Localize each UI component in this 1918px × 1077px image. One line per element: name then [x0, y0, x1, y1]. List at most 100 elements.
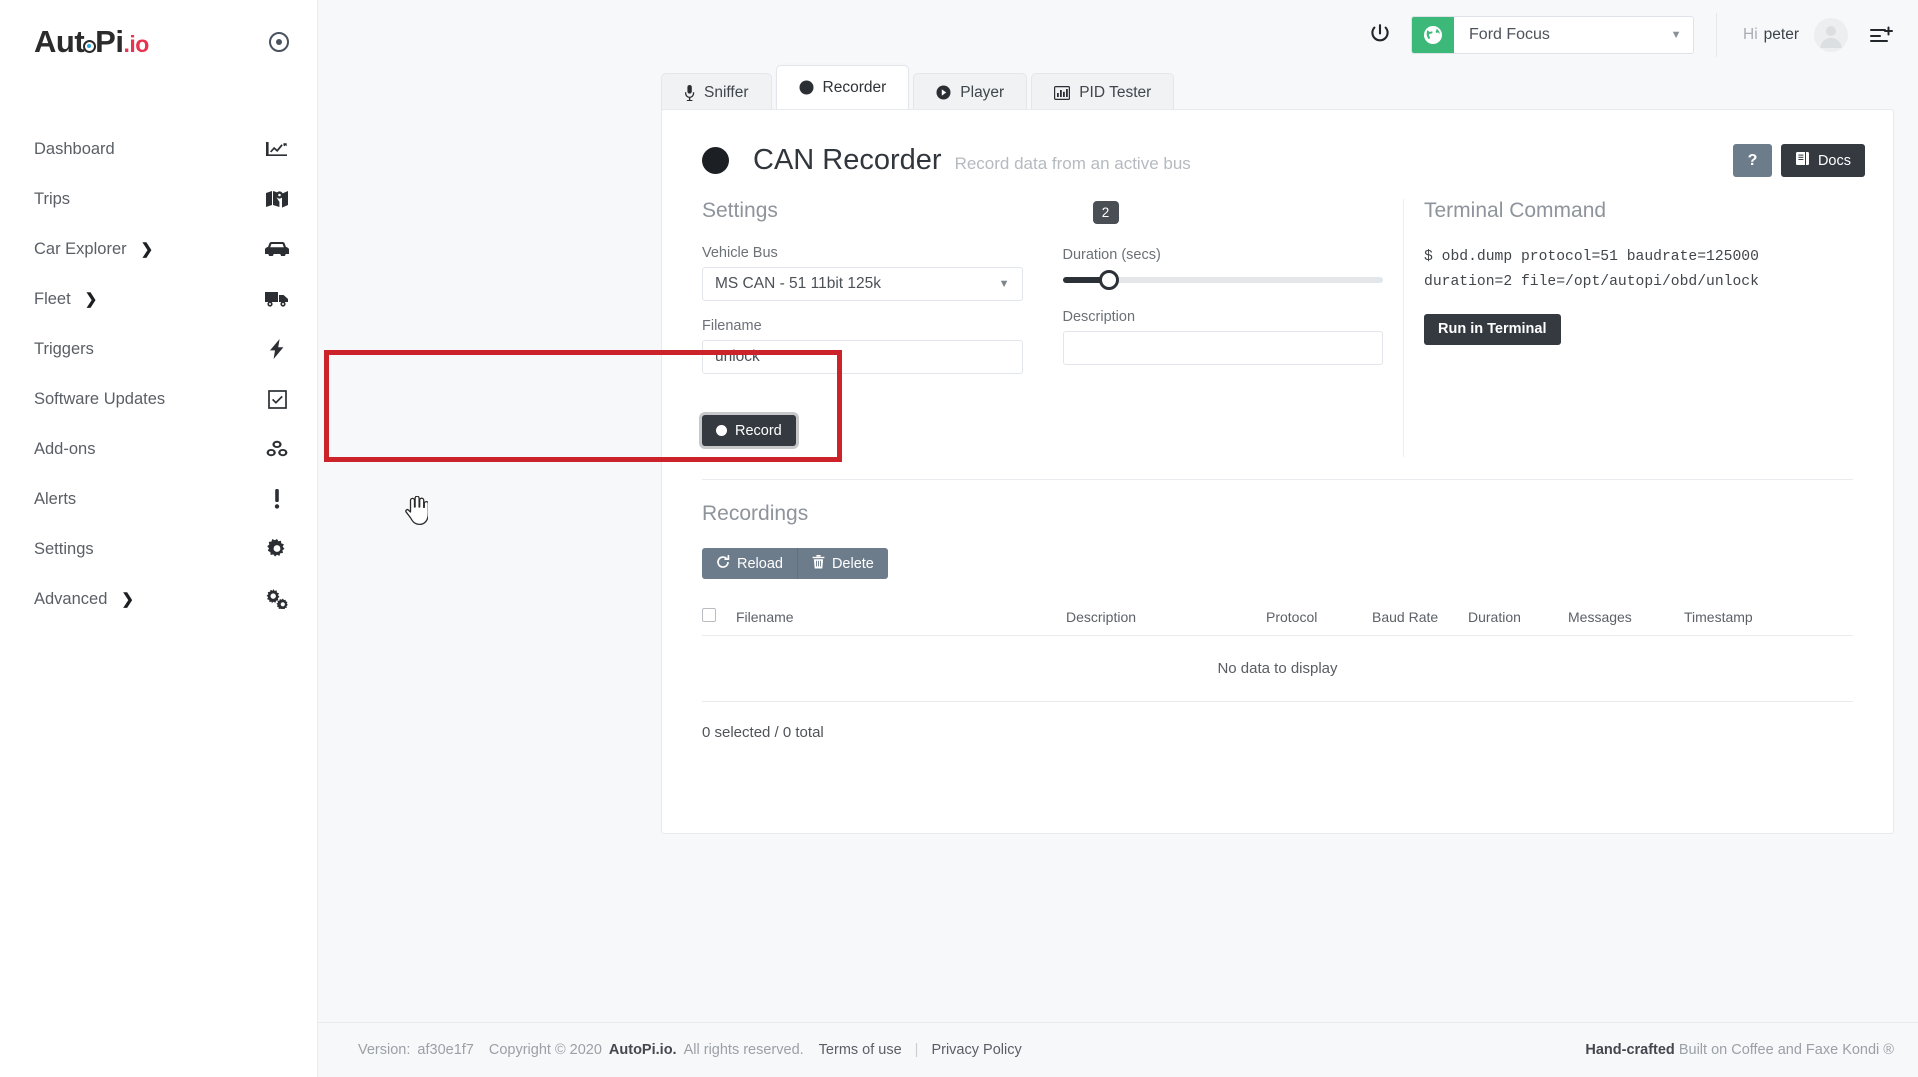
- book-icon: [1795, 151, 1810, 170]
- filename-field: Filename: [702, 318, 1023, 374]
- chevron-down-icon: ▼: [999, 278, 1010, 290]
- run-in-terminal-button[interactable]: Run in Terminal: [1424, 314, 1561, 345]
- recordings-section: Recordings Reload Delete: [662, 480, 1893, 741]
- tab-player[interactable]: Player: [913, 73, 1027, 111]
- avatar[interactable]: [1814, 18, 1848, 52]
- vehicle-bus-value: MS CAN - 51 11bit 125k: [715, 275, 881, 293]
- sidebar-item-settings[interactable]: Settings: [0, 524, 317, 574]
- sidebar-item-label: Car Explorer: [34, 240, 127, 259]
- filename-label: Filename: [702, 318, 1023, 334]
- sidebar-item-label: Software Updates: [34, 390, 165, 409]
- help-button[interactable]: ?: [1733, 144, 1772, 177]
- user-area[interactable]: Hi peter: [1716, 13, 1894, 57]
- version-value: af30e1f7: [417, 1042, 473, 1058]
- handcrafted-text: Built on Coffee and Faxe Kondi ®: [1679, 1042, 1894, 1058]
- column-protocol[interactable]: Protocol: [1266, 601, 1372, 636]
- selection-total: 0 selected / 0 total: [702, 702, 1853, 741]
- sidebar-item-label: Advanced: [34, 590, 107, 609]
- bolt-icon: [264, 338, 290, 360]
- recordings-table: Filename Description Protocol Baud Rate …: [702, 601, 1853, 702]
- sidebar-item-label: Dashboard: [34, 140, 115, 159]
- reload-button[interactable]: Reload: [702, 548, 797, 579]
- version-label: Version:: [358, 1042, 410, 1058]
- sidebar-item-add-ons[interactable]: Add-ons: [0, 424, 317, 474]
- target-icon[interactable]: [269, 32, 289, 52]
- select-all-cell: [702, 601, 736, 636]
- tab-pid-tester[interactable]: PID Tester: [1031, 73, 1174, 111]
- sidebar-item-label: Triggers: [34, 340, 94, 359]
- power-icon[interactable]: [1363, 18, 1397, 52]
- app-logo[interactable]: AutPi.io: [34, 24, 149, 60]
- chart-line-icon: [264, 138, 290, 160]
- sidebar-item-trips[interactable]: Trips: [0, 174, 317, 224]
- page-title: CAN Recorder: [753, 144, 942, 177]
- column-duration[interactable]: Duration: [1468, 601, 1568, 636]
- terminal-command: $ obd.dump protocol=51 baudrate=125000 d…: [1424, 245, 1824, 296]
- column-filename[interactable]: Filename: [736, 601, 1066, 636]
- table-empty-row: No data to display: [702, 636, 1853, 702]
- settings-column-right: Duration (secs) 2 Description: [1063, 245, 1384, 446]
- sidebar-item-triggers[interactable]: Triggers: [0, 324, 317, 374]
- play-circle-icon: [936, 85, 951, 100]
- tab-label: Player: [960, 84, 1004, 102]
- microphone-icon: [684, 85, 695, 101]
- sidebar: AutPi.io Dashboard Trips Car Explorer ❯: [0, 0, 318, 1077]
- column-description[interactable]: Description: [1066, 601, 1266, 636]
- sidebar-nav: Dashboard Trips Car Explorer ❯: [0, 124, 317, 624]
- table-header-row: Filename Description Protocol Baud Rate …: [702, 601, 1853, 636]
- privacy-link[interactable]: Privacy Policy: [931, 1042, 1021, 1058]
- tab-label: PID Tester: [1079, 84, 1151, 102]
- car-icon: [264, 238, 290, 260]
- chevron-right-icon: ❯: [85, 290, 98, 308]
- reload-label: Reload: [737, 556, 783, 572]
- main-area: Ford Focus ▼ Hi peter Sniffer: [318, 0, 1918, 1077]
- terms-link[interactable]: Terms of use: [819, 1042, 902, 1058]
- docs-button[interactable]: Docs: [1781, 144, 1865, 177]
- recordings-title: Recordings: [702, 502, 1853, 526]
- record-dot-icon: [702, 147, 729, 174]
- tab-sniffer[interactable]: Sniffer: [661, 73, 772, 111]
- page-subtitle: Record data from an active bus: [955, 154, 1191, 174]
- copyright-text: Copyright © 2020: [489, 1042, 602, 1058]
- column-messages[interactable]: Messages: [1568, 601, 1684, 636]
- map-marked-icon: [264, 188, 290, 210]
- tab-recorder[interactable]: Recorder: [776, 65, 910, 109]
- logo-text-pi: Pi: [95, 24, 123, 59]
- sidebar-item-dashboard[interactable]: Dashboard: [0, 124, 317, 174]
- topbar: Ford Focus ▼ Hi peter: [318, 0, 1918, 69]
- sidebar-item-car-explorer[interactable]: Car Explorer ❯: [0, 224, 317, 274]
- description-input[interactable]: [1063, 331, 1384, 365]
- duration-slider[interactable]: [1063, 277, 1384, 283]
- bar-chart-icon: [1054, 86, 1070, 100]
- duration-value-tooltip: 2: [1093, 201, 1119, 224]
- app-root: AutPi.io Dashboard Trips Car Explorer ❯: [0, 0, 1918, 1077]
- list-plus-icon[interactable]: [1870, 26, 1894, 44]
- settings-title: Settings: [702, 199, 1383, 223]
- card-header: CAN Recorder Record data from an active …: [662, 110, 1893, 177]
- chevron-down-icon: ▼: [1659, 17, 1693, 53]
- sidebar-item-alerts[interactable]: Alerts: [0, 474, 317, 524]
- settings-form: Vehicle Bus MS CAN - 51 11bit 125k ▼ Fil…: [702, 245, 1383, 446]
- table-head: Filename Description Protocol Baud Rate …: [702, 601, 1853, 636]
- slider-thumb[interactable]: [1099, 270, 1119, 290]
- record-button-label: Record: [735, 423, 782, 439]
- footer-brand: AutoPi.io.: [609, 1042, 677, 1058]
- footer: Version: af30e1f7 Copyright © 2020 AutoP…: [318, 1022, 1918, 1077]
- select-all-checkbox[interactable]: [702, 608, 716, 622]
- column-baud-rate[interactable]: Baud Rate: [1372, 601, 1468, 636]
- vehicle-selector[interactable]: Ford Focus ▼: [1411, 16, 1694, 54]
- tab-label: Recorder: [823, 79, 887, 97]
- delete-button[interactable]: Delete: [797, 548, 888, 579]
- chevron-right-icon: ❯: [141, 240, 154, 258]
- tab-label: Sniffer: [704, 84, 749, 102]
- record-button[interactable]: Record: [702, 415, 796, 446]
- sidebar-item-label: Add-ons: [34, 440, 95, 459]
- sidebar-item-fleet[interactable]: Fleet ❯: [0, 274, 317, 324]
- filename-input[interactable]: [702, 340, 1023, 374]
- settings-area: Settings Vehicle Bus MS CAN - 51 11bit 1…: [662, 177, 1893, 457]
- footer-separator: |: [915, 1042, 919, 1058]
- column-timestamp[interactable]: Timestamp: [1684, 601, 1853, 636]
- vehicle-bus-select[interactable]: MS CAN - 51 11bit 125k ▼: [702, 267, 1023, 301]
- sidebar-item-advanced[interactable]: Advanced ❯: [0, 574, 317, 624]
- sidebar-item-software-updates[interactable]: Software Updates: [0, 374, 317, 424]
